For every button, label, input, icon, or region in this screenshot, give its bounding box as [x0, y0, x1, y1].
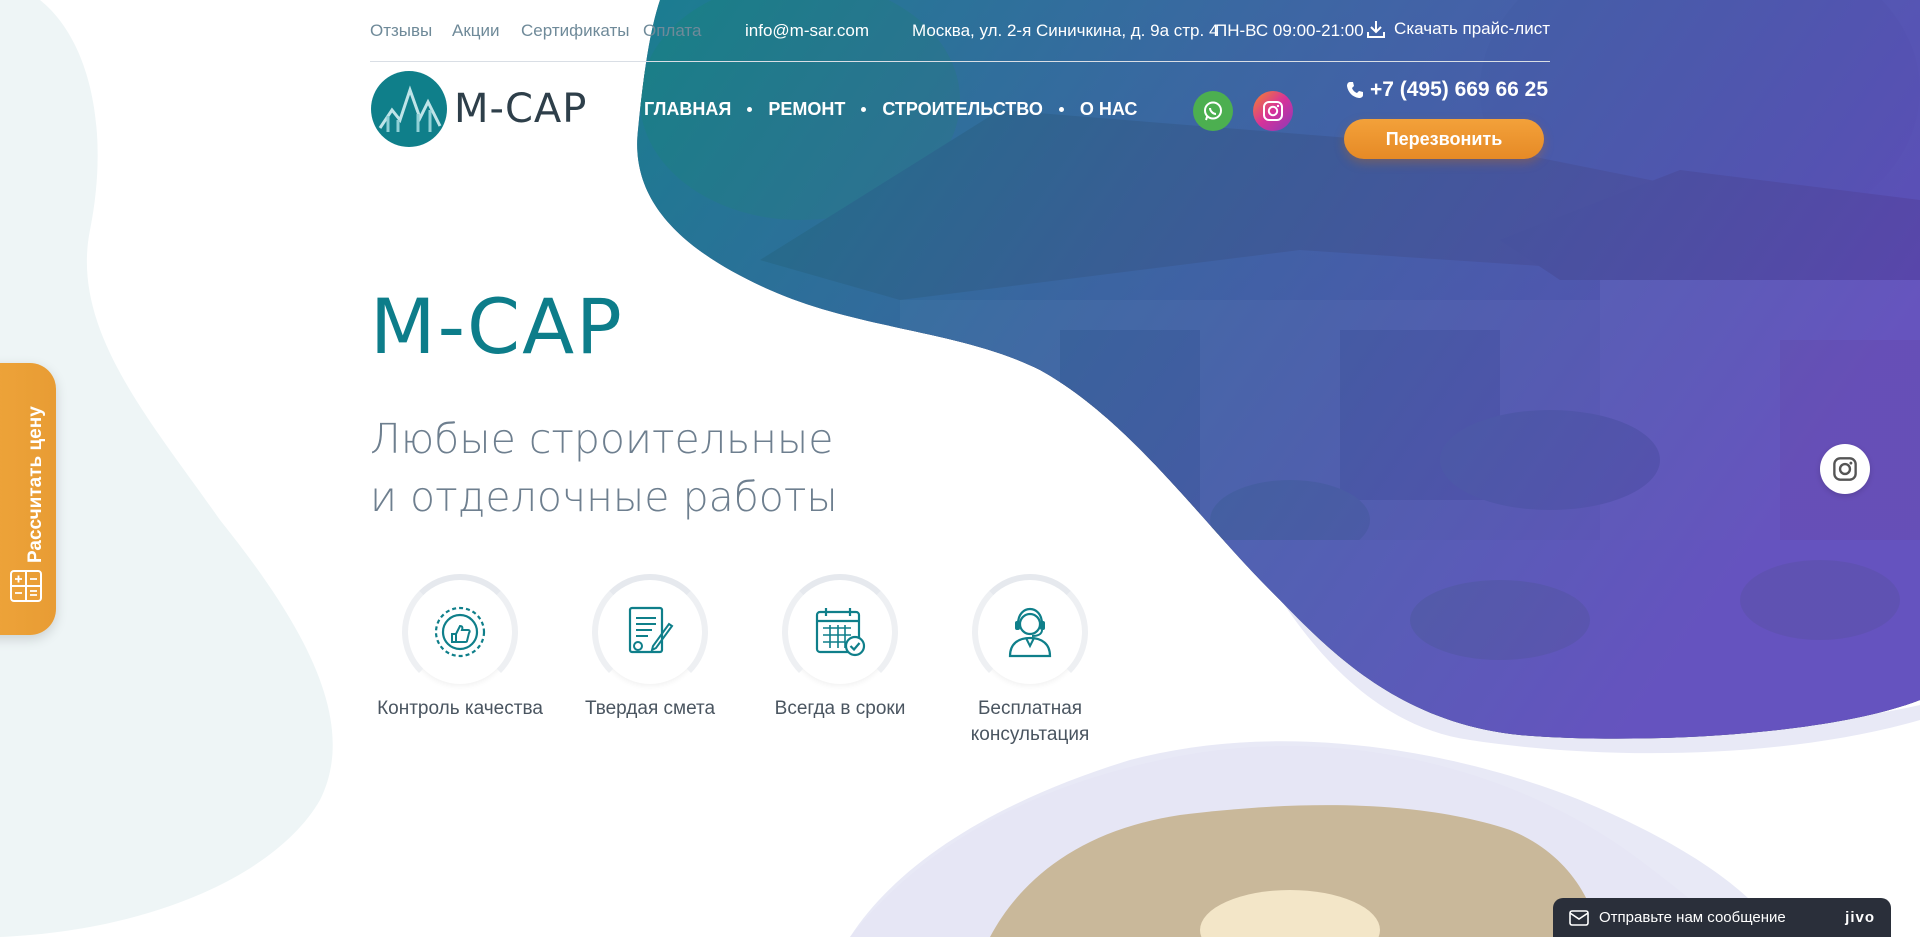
feature-consultation: Бесплатная консультация — [940, 574, 1120, 748]
feature-estimate: Твердая смета — [560, 574, 740, 722]
chat-label: Отправьте нам сообщение — [1599, 909, 1786, 926]
link-certificates[interactable]: Сертификаты — [521, 21, 629, 41]
email-link[interactable]: info@m-sar.com — [745, 21, 869, 41]
feature-on-time: Всегда в сроки — [750, 574, 930, 722]
feature-icon-circle — [402, 574, 518, 690]
instagram-icon — [1263, 101, 1283, 121]
top-bar: Отзывы Акции Сертификаты Оплата info@m-s… — [370, 0, 1550, 62]
logo[interactable]: М-САР — [370, 70, 587, 148]
chat-brand: jivo — [1845, 909, 1875, 926]
feature-icon-circle — [972, 574, 1088, 690]
calculate-price-label: Рассчитать цену — [25, 406, 46, 563]
chat-widget[interactable]: Отправьте нам сообщение jivo — [1553, 898, 1891, 937]
link-reviews[interactable]: Отзывы — [370, 21, 432, 41]
whatsapp-button[interactable] — [1193, 91, 1233, 131]
calculate-price-tab[interactable]: Рассчитать цену — [0, 363, 56, 635]
feature-icon-circle — [782, 574, 898, 690]
whatsapp-icon — [1204, 101, 1222, 121]
phone-link[interactable]: +7 (495) 669 66 25 — [1346, 78, 1548, 102]
nav-home[interactable]: ГЛАВНАЯ — [644, 99, 731, 120]
logo-text: М-САР — [454, 86, 588, 132]
feature-quality: Контроль качества — [370, 574, 550, 722]
callback-button[interactable]: Перезвонить — [1344, 119, 1544, 159]
link-promotions[interactable]: Акции — [452, 21, 500, 41]
nav-separator — [861, 107, 867, 112]
phone-icon — [1346, 82, 1363, 98]
floating-instagram-button[interactable] — [1820, 444, 1870, 494]
nav-repair[interactable]: РЕМОНТ — [768, 99, 845, 120]
feature-label: Контроль качества — [377, 698, 543, 719]
nav-construction[interactable]: СТРОИТЕЛЬСТВО — [882, 99, 1042, 120]
feature-label: Твердая смета — [584, 698, 716, 719]
nav-separator — [1058, 107, 1064, 112]
feature-label: Бесплатная консультация — [970, 698, 1090, 745]
calculator-icon — [10, 570, 42, 602]
download-label: Скачать прайс-лист — [1394, 19, 1550, 38]
download-price-button[interactable]: Скачать прайс-лист — [1366, 19, 1550, 39]
hero-subtitle-line-1: Любые строительные — [370, 415, 834, 463]
hero-subtitle: Любые строительные и отделочные работы — [370, 410, 838, 526]
hero-subtitle-line-2: и отделочные работы — [370, 473, 838, 521]
hours-text: ПН-ВС 09:00-21:00 — [1215, 21, 1364, 40]
nav-about[interactable]: О НАС — [1080, 99, 1138, 120]
instagram-button[interactable] — [1253, 91, 1293, 131]
main-nav: ГЛАВНАЯ РЕМОНТ СТРОИТЕЛЬСТВО О НАС — [644, 99, 1137, 120]
logo-mark-icon — [371, 71, 447, 147]
topbar-divider — [370, 61, 1550, 62]
hero-title: М-САР — [370, 282, 624, 371]
address-text: Москва, ул. 2-я Синичкина, д. 9а стр. 4 — [912, 21, 1219, 40]
background-shapes — [0, 0, 1920, 937]
download-icon — [1367, 21, 1386, 38]
feature-label: Всегда в сроки — [774, 698, 906, 719]
instagram-icon — [1833, 457, 1857, 481]
feature-icon-circle — [592, 574, 708, 690]
envelope-icon — [1569, 909, 1589, 926]
phone-number: +7 (495) 669 66 25 — [1369, 78, 1548, 101]
nav-separator — [747, 107, 753, 112]
link-payment[interactable]: Оплата — [643, 21, 701, 41]
